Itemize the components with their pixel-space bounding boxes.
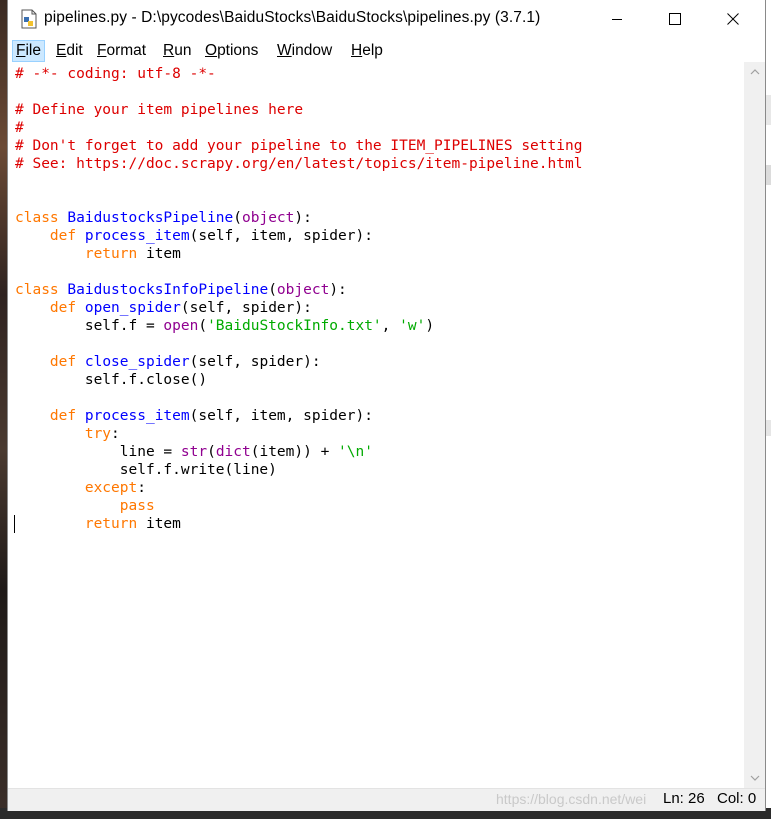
code-text[interactable]: # -*- coding: utf-8 -*- # Define your it…: [15, 65, 582, 533]
maximize-button[interactable]: [646, 0, 704, 38]
menu-help[interactable]: Help: [349, 41, 385, 61]
menu-edit[interactable]: Edit: [54, 41, 85, 61]
title-bar[interactable]: pipelines.py - D:\pycodes\BaiduStocks\Ba…: [8, 0, 765, 38]
code-editor[interactable]: # -*- coding: utf-8 -*- # Define your it…: [8, 62, 744, 788]
scroll-down-button[interactable]: [744, 768, 765, 788]
minimize-button[interactable]: [588, 0, 646, 38]
status-bar: [8, 788, 765, 811]
status-line-number: Ln: 26: [663, 790, 705, 807]
close-icon: [727, 13, 739, 25]
chevron-down-icon: [750, 775, 759, 781]
vertical-scrollbar[interactable]: [744, 62, 765, 788]
chevron-up-icon: [750, 69, 759, 75]
idle-editor-window: pipelines.py - D:\pycodes\BaiduStocks\Ba…: [8, 0, 765, 811]
python-file-icon: [21, 9, 37, 29]
menu-options[interactable]: Options: [203, 41, 260, 61]
menu-bar: File Edit Format Run Options Window Help: [8, 38, 765, 62]
text-caret: [14, 515, 15, 533]
close-button[interactable]: [704, 0, 762, 38]
minimize-icon: [612, 19, 622, 20]
menu-file[interactable]: File: [12, 40, 45, 62]
menu-run[interactable]: Run: [161, 41, 193, 61]
scroll-up-button[interactable]: [744, 62, 765, 82]
watermark-text: https://blog.csdn.net/wei: [496, 791, 647, 807]
window-title: pipelines.py - D:\pycodes\BaiduStocks\Ba…: [44, 9, 541, 26]
maximize-icon: [669, 13, 681, 25]
status-column-number: Col: 0: [717, 790, 757, 807]
menu-window[interactable]: Window: [275, 41, 334, 61]
menu-format[interactable]: Format: [95, 41, 148, 61]
